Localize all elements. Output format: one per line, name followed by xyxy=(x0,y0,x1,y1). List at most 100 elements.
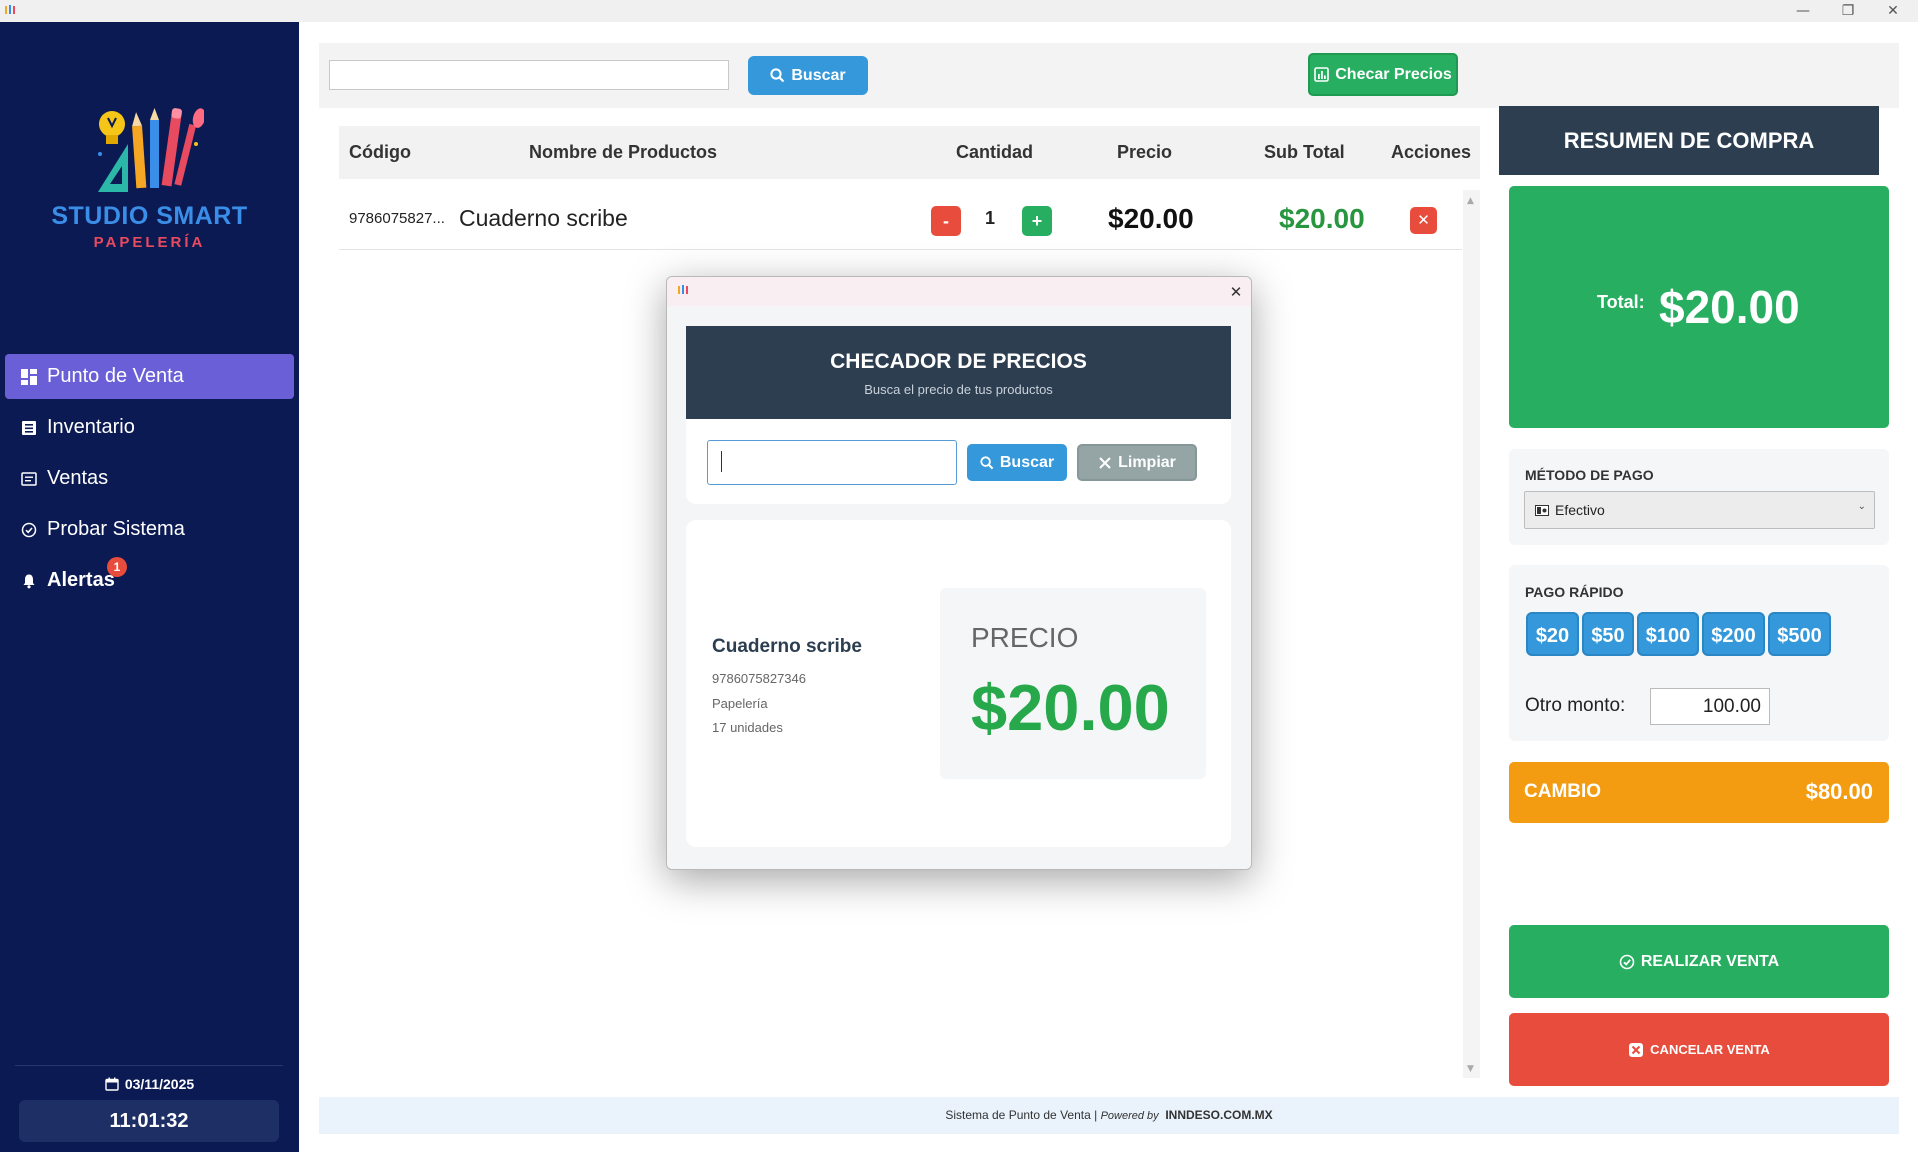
row-divider xyxy=(339,249,1462,250)
sidebar-item-label: Inventario xyxy=(47,416,135,438)
date-text: 03/11/2025 xyxy=(124,1076,195,1092)
minimize-icon[interactable]: — xyxy=(1788,2,1818,20)
other-amount-input[interactable]: 100.00 xyxy=(1650,688,1770,725)
dialog-app-icon xyxy=(678,285,688,294)
scroll-down-icon[interactable]: ▼ xyxy=(1467,1064,1474,1074)
other-amount-label: Otro monto: xyxy=(1525,695,1626,716)
column-header-actions: Acciones xyxy=(1391,142,1472,162)
quick-pay-200-button[interactable]: $200 xyxy=(1702,612,1765,656)
list-icon xyxy=(18,417,40,439)
clear-button-label: Limpiar xyxy=(1118,453,1176,471)
search-icon xyxy=(770,68,785,83)
sidebar-item-label: Probar Sistema xyxy=(47,518,185,540)
sidebar-divider xyxy=(15,1065,283,1066)
scroll-up-icon[interactable]: ▲ xyxy=(1467,196,1474,206)
sidebar-item-ventas[interactable]: Ventas xyxy=(5,456,294,501)
search-button[interactable]: Buscar xyxy=(748,56,868,95)
dialog-close-icon[interactable]: ✕ xyxy=(1226,282,1246,302)
complete-sale-label: REALIZAR VENTA xyxy=(1640,952,1780,970)
change-box: CAMBIO $80.00 xyxy=(1509,762,1889,823)
logo-subtitle: PAPELERÍA xyxy=(93,234,206,251)
sidebar-item-label: Alertas xyxy=(47,569,115,591)
sidebar-item-probar-sistema[interactable]: Probar Sistema xyxy=(5,507,294,552)
product-search-input[interactable] xyxy=(329,60,729,90)
check-badge-icon xyxy=(1619,954,1635,970)
quick-pay-20-button[interactable]: $20 xyxy=(1526,612,1579,656)
restore-icon[interactable]: ❐ xyxy=(1833,2,1863,20)
sidebar-date: 03/11/2025 xyxy=(0,1076,299,1094)
column-header-code: Código xyxy=(349,142,411,162)
footer-text: Sistema de Punto de Venta | xyxy=(945,1108,1101,1122)
sidebar-clock: 11:01:32 xyxy=(19,1100,279,1142)
dialog-titlebar xyxy=(667,277,1251,306)
dialog-subtitle: Busca el precio de tus productos xyxy=(864,382,1053,397)
text-cursor xyxy=(721,451,722,472)
receipt-icon xyxy=(18,468,40,490)
increase-quantity-button[interactable]: + xyxy=(1022,206,1052,236)
table-scrollbar[interactable]: ▲ ▼ xyxy=(1463,190,1480,1078)
quick-pay-500-button[interactable]: $500 xyxy=(1768,612,1831,656)
sidebar-item-punto-de-venta[interactable]: Punto de Venta xyxy=(5,354,294,399)
payment-method-select[interactable]: Efectivo ⌄ xyxy=(1524,491,1875,529)
total-value: $20.00 xyxy=(1659,281,1800,333)
total-box: Total: $20.00 xyxy=(1509,186,1889,428)
change-value: $80.00 xyxy=(1805,779,1873,804)
payment-method-title: MÉTODO DE PAGO xyxy=(1525,467,1654,483)
decrease-quantity-button[interactable]: - xyxy=(931,206,961,236)
row-subtotal: $20.00 xyxy=(1279,203,1365,234)
cancel-sale-button[interactable]: CANCELAR VENTA xyxy=(1509,1013,1889,1086)
chevron-down-icon: ⌄ xyxy=(1857,501,1866,512)
row-code: 9786075827... xyxy=(349,210,445,227)
cancel-icon xyxy=(1628,1042,1644,1058)
search-button-label: Buscar xyxy=(791,66,846,84)
window-titlebar xyxy=(0,0,1918,22)
dialog-header: CHECADOR DE PRECIOS Busca el precio de t… xyxy=(686,326,1231,419)
dialog-title: CHECADOR DE PRECIOS xyxy=(830,350,1087,373)
chart-icon xyxy=(1314,67,1330,82)
price-card: PRECIO $20.00 xyxy=(940,588,1206,779)
quick-pay-50-button[interactable]: $50 xyxy=(1582,612,1634,656)
sidebar-item-label: Punto de Venta xyxy=(47,365,184,387)
result-product-name: Cuaderno scribe xyxy=(712,636,862,657)
check-prices-button[interactable]: Checar Precios xyxy=(1308,53,1458,96)
footer-powered-by: Powered by xyxy=(1100,1110,1159,1122)
change-label: CAMBIO xyxy=(1524,781,1602,802)
dashboard-icon xyxy=(18,366,40,388)
row-price: $20.00 xyxy=(1108,203,1194,234)
price-value: $20.00 xyxy=(971,671,1170,744)
alert-count-badge: 1 xyxy=(107,557,127,577)
app-icon xyxy=(5,5,15,14)
search-icon xyxy=(980,455,994,470)
price-search-button[interactable]: Buscar xyxy=(967,444,1067,481)
result-product-stock: 17 unidades xyxy=(712,720,783,735)
payment-method-value: Efectivo xyxy=(1555,502,1605,518)
footer: Sistema de Punto de Venta | Powered by I… xyxy=(319,1097,1899,1134)
complete-sale-button[interactable]: REALIZAR VENTA xyxy=(1509,925,1889,998)
column-header-product-name: Nombre de Productos xyxy=(529,142,718,162)
close-icon[interactable]: ✕ xyxy=(1878,2,1908,20)
row-product-name: Cuaderno scribe xyxy=(459,205,628,231)
cash-icon xyxy=(1535,504,1549,516)
calendar-icon xyxy=(105,1077,119,1094)
result-product-category: Papelería xyxy=(712,696,768,711)
column-header-quantity: Cantidad xyxy=(956,142,1034,162)
footer-brand: INNDESO.COM.MX xyxy=(1165,1108,1273,1122)
remove-item-button[interactable]: ✕ xyxy=(1410,207,1437,234)
total-label: Total: xyxy=(1597,292,1645,312)
clear-button[interactable]: Limpiar xyxy=(1077,444,1197,481)
cancel-sale-label: CANCELAR VENTA xyxy=(1650,1042,1770,1057)
row-quantity: 1 xyxy=(985,208,996,228)
check-prices-label: Checar Precios xyxy=(1335,65,1452,83)
quick-pay-100-button[interactable]: $100 xyxy=(1637,612,1699,656)
studio-smart-logo xyxy=(98,108,204,192)
price-label: PRECIO xyxy=(971,622,1079,653)
check-circle-icon xyxy=(18,519,40,541)
summary-header: RESUMEN DE COMPRA xyxy=(1499,106,1879,175)
sidebar-item-alertas[interactable]: Alertas xyxy=(5,558,294,603)
price-search-label: Buscar xyxy=(999,453,1055,471)
sidebar-item-inventario[interactable]: Inventario xyxy=(5,405,294,450)
close-icon xyxy=(1098,456,1112,470)
logo-title: STUDIO SMART xyxy=(51,202,248,230)
column-header-price: Precio xyxy=(1117,142,1173,162)
price-search-input[interactable] xyxy=(707,440,957,485)
